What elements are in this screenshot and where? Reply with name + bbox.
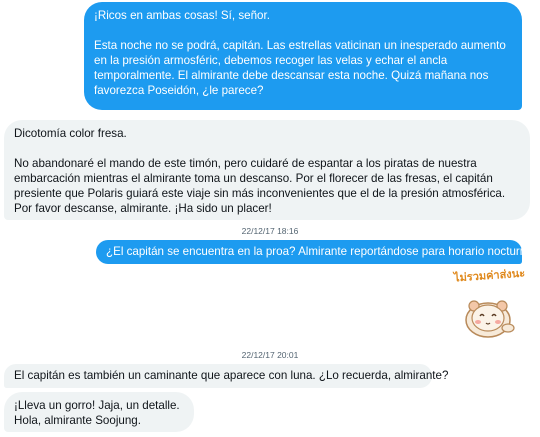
- incoming-message[interactable]: El capitán es también un caminante que a…: [4, 364, 448, 388]
- message-timestamp: 22/12/17 20:01: [241, 350, 299, 360]
- outgoing-message[interactable]: ¡Ricos en ambas cosas! Sí, señor. Esta n…: [84, 2, 522, 110]
- message-timestamp: 22/12/17 18:16: [241, 226, 299, 236]
- hamster-sticker[interactable]: ไม่รวมค่าส่งนะ: [446, 268, 526, 338]
- outgoing-message[interactable]: ¿El capitán se encuentra en la proa? Alm…: [96, 240, 536, 264]
- incoming-message[interactable]: Dicotomía color fresa. No abandonaré el …: [4, 120, 530, 220]
- incoming-message[interactable]: ¡Lleva un gorro! Jaja, un detalle. Hola,…: [4, 392, 194, 432]
